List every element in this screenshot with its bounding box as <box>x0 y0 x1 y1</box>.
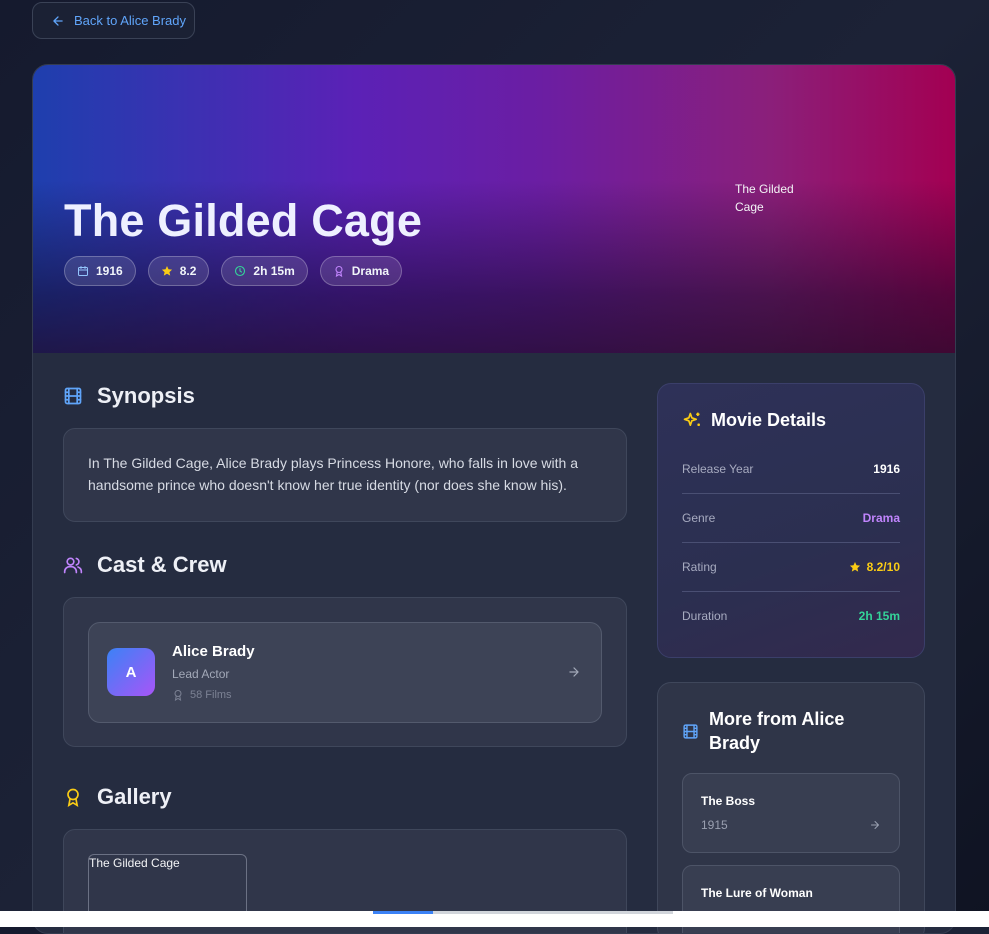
related-movie-year: 1915 <box>701 818 728 832</box>
cast-title: Cast & Crew <box>97 552 227 577</box>
star-icon <box>849 561 860 572</box>
film-icon <box>683 723 698 739</box>
back-button-label: Back to Alice Brady <box>74 13 186 28</box>
horizontal-scrollbar[interactable] <box>0 911 989 927</box>
more-from-title: More from Alice Brady <box>709 709 845 753</box>
cast-member-films: 58 Films <box>172 689 232 701</box>
duration-chip-label: 2h 15m <box>253 264 295 278</box>
detail-label: Rating <box>682 559 717 574</box>
genre-chip: Drama <box>319 256 403 286</box>
hero-banner: The Gilded Cage The Gilded Cage 1916 8.2… <box>33 65 955 353</box>
synopsis-text: In The Gilded Cage, Alice Brady plays Pr… <box>88 455 578 493</box>
duration-chip: 2h 15m <box>221 256 308 286</box>
movie-title: The Gilded Cage <box>64 195 423 246</box>
movie-card: The Gilded Cage The Gilded Cage 1916 8.2… <box>32 64 956 934</box>
star-icon <box>161 266 172 276</box>
more-from-heading: More from Alice Brady <box>682 707 882 755</box>
synopsis-heading: Synopsis <box>63 383 195 409</box>
film-icon <box>64 387 82 405</box>
cast-member-role: Lead Actor <box>172 667 230 681</box>
arrow-right-icon <box>871 821 879 829</box>
detail-row-rating: Rating 8.2/10 <box>682 542 900 592</box>
detail-value: 2h 15m <box>858 608 900 623</box>
back-button[interactable]: Back to Alice Brady <box>32 2 195 39</box>
detail-value-rating: 8.2/10 <box>849 560 900 574</box>
users-icon <box>63 557 83 574</box>
movie-details-title: Movie Details <box>711 410 827 430</box>
detail-row-duration: Duration 2h 15m <box>682 591 900 640</box>
gallery-heading: Gallery <box>63 784 172 810</box>
year-chip: 1916 <box>64 256 136 286</box>
award-icon <box>174 690 182 701</box>
arrow-right-icon <box>569 667 579 677</box>
cast-panel: A Alice Brady Lead Actor 58 Films <box>63 597 627 747</box>
arrow-left-icon <box>53 15 63 26</box>
detail-row-release-year: Release Year 1916 <box>682 444 900 494</box>
detail-label: Genre <box>682 510 716 525</box>
award-icon <box>335 265 343 277</box>
cast-member-films-label: 58 Films <box>190 689 232 701</box>
detail-value: 8.2/10 <box>866 559 900 574</box>
award-icon <box>67 788 79 807</box>
gallery-image-alt: The Gilded Cage <box>89 856 180 870</box>
gallery-title: Gallery <box>97 784 172 809</box>
movie-details-panel: Movie Details Release Year 1916 Genre Dr… <box>657 383 925 658</box>
related-movie-title: The Boss <box>701 794 756 808</box>
year-chip-label: 1916 <box>96 264 123 278</box>
detail-value: 1916 <box>873 461 900 476</box>
avatar: A <box>107 648 155 696</box>
calendar-icon <box>78 266 88 276</box>
related-movie-title: The Lure of Woman <box>701 886 813 900</box>
cast-member-card[interactable]: A Alice Brady Lead Actor 58 Films <box>88 622 602 723</box>
related-movie-card[interactable]: The Boss 1915 <box>682 773 900 853</box>
detail-label: Duration <box>682 608 728 623</box>
clock-icon <box>235 265 246 277</box>
detail-label: Release Year <box>682 461 754 476</box>
detail-value: Drama <box>862 510 900 525</box>
movie-meta-chips: 1916 8.2 2h 15m Drama <box>64 256 403 286</box>
genre-chip-label: Drama <box>351 264 390 278</box>
detail-row-genre: Genre Drama <box>682 493 900 543</box>
synopsis-panel: In The Gilded Cage, Alice Brady plays Pr… <box>63 428 627 522</box>
cast-member-name: Alice Brady <box>172 643 255 660</box>
more-from-panel: More from Alice Brady The Boss 1915 The … <box>657 682 925 933</box>
cast-heading: Cast & Crew <box>63 552 227 578</box>
rating-chip-label: 8.2 <box>179 264 197 278</box>
movie-details-heading: Movie Details <box>682 410 826 431</box>
poster-image: The Gilded Cage <box>735 182 794 214</box>
sparkles-icon <box>683 412 700 426</box>
synopsis-title: Synopsis <box>97 383 195 408</box>
rating-chip: 8.2 <box>147 256 210 286</box>
